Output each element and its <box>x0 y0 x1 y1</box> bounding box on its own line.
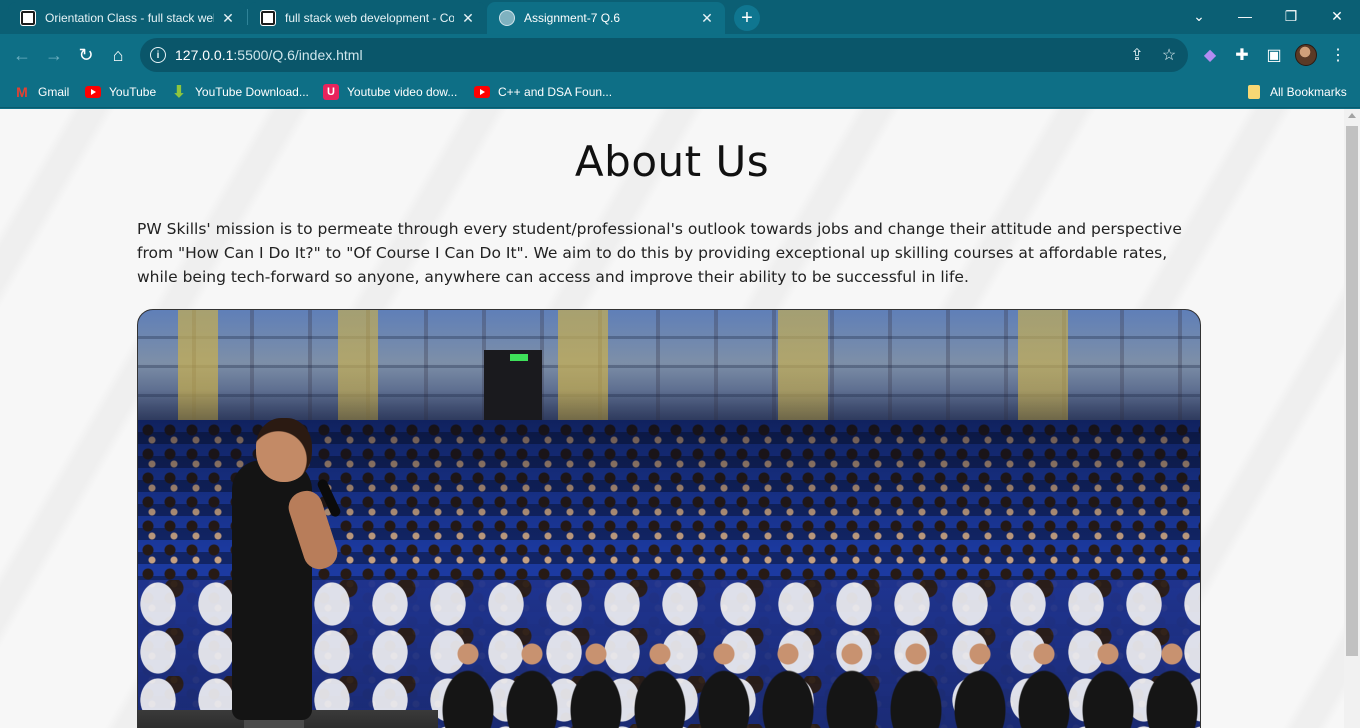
tab-full-stack[interactable]: full stack web development - Co ✕ <box>248 2 486 34</box>
tab-orientation-class[interactable]: Orientation Class - full stack web ✕ <box>8 2 246 34</box>
tab-title: Orientation Class - full stack web <box>45 11 214 25</box>
close-tab-icon[interactable]: ✕ <box>220 10 236 26</box>
close-tab-icon[interactable]: ✕ <box>699 10 715 26</box>
bookmarks-bar: M Gmail YouTube ⬇ YouTube Download... U … <box>0 76 1360 108</box>
vertical-scrollbar[interactable] <box>1344 109 1360 728</box>
u-icon: U <box>323 84 339 100</box>
side-panel-icon[interactable]: ▣ <box>1264 45 1284 65</box>
site-info-icon[interactable]: i <box>150 47 166 63</box>
youtube-icon <box>85 86 101 98</box>
bookmark-cpp-dsa[interactable]: C++ and DSA Foun... <box>474 82 612 102</box>
download-icon: ⬇ <box>172 84 186 101</box>
photo-front-audience <box>438 640 1200 728</box>
page-viewport: About Us PW Skills' mission is to permea… <box>0 109 1344 728</box>
extension-app-icon[interactable]: ◆ <box>1200 45 1220 65</box>
minimize-button[interactable]: — <box>1222 0 1268 32</box>
new-tab-button[interactable]: + <box>734 5 760 31</box>
photo-speaker-head <box>256 418 312 482</box>
tab-title: Assignment-7 Q.6 <box>524 11 621 25</box>
menu-kebab-icon[interactable]: ⋮ <box>1328 45 1348 65</box>
auditorium-photo <box>137 309 1201 728</box>
scrollbar-thumb[interactable] <box>1346 126 1358 656</box>
site-favicon-icon <box>20 10 36 26</box>
bookmark-star-icon[interactable]: ☆ <box>1160 46 1178 64</box>
photo-exit-sign <box>510 354 528 361</box>
site-favicon-icon <box>260 10 276 26</box>
all-bookmarks-button[interactable]: All Bookmarks <box>1248 82 1347 102</box>
tab-title: full stack web development - Co <box>285 11 454 25</box>
address-bar[interactable]: i 127.0.0.1:5500/Q.6/index.html ⇪ ☆ <box>140 38 1188 72</box>
back-button[interactable]: ← <box>8 41 36 69</box>
url-text[interactable]: 127.0.0.1:5500/Q.6/index.html <box>175 47 363 63</box>
globe-icon <box>499 10 515 26</box>
restore-button[interactable]: ❐ <box>1268 0 1314 32</box>
tab-search-icon[interactable]: ⌄ <box>1176 0 1222 32</box>
gmail-icon: M <box>16 84 28 100</box>
profile-avatar[interactable] <box>1295 44 1317 66</box>
tab-assignment[interactable]: Assignment-7 Q.6 ✕ <box>487 2 725 34</box>
youtube-icon <box>474 86 490 98</box>
folder-icon <box>1248 85 1260 99</box>
forward-button[interactable]: → <box>40 41 68 69</box>
close-tab-icon[interactable]: ✕ <box>460 10 476 26</box>
reload-button[interactable]: ↻ <box>72 41 100 69</box>
extensions-puzzle-icon[interactable]: ✚ <box>1232 45 1252 65</box>
home-button[interactable]: ⌂ <box>104 41 132 69</box>
scroll-up-arrow-icon[interactable] <box>1348 113 1356 118</box>
tab-strip: Orientation Class - full stack web ✕ ful… <box>0 0 1360 34</box>
bookmark-youtube-video-downloader[interactable]: U Youtube video dow... <box>323 82 457 102</box>
about-paragraph: PW Skills' mission is to permeate throug… <box>137 220 1182 286</box>
share-icon[interactable]: ⇪ <box>1128 46 1146 64</box>
bookmark-gmail[interactable]: M Gmail <box>14 82 69 102</box>
page-title: About Us <box>574 137 770 186</box>
bookmark-youtube[interactable]: YouTube <box>85 82 156 102</box>
close-window-button[interactable]: ✕ <box>1314 0 1360 32</box>
browser-toolbar: ← → ↻ ⌂ i 127.0.0.1:5500/Q.6/index.html … <box>0 34 1360 76</box>
bookmark-youtube-downloader[interactable]: ⬇ YouTube Download... <box>171 82 309 102</box>
